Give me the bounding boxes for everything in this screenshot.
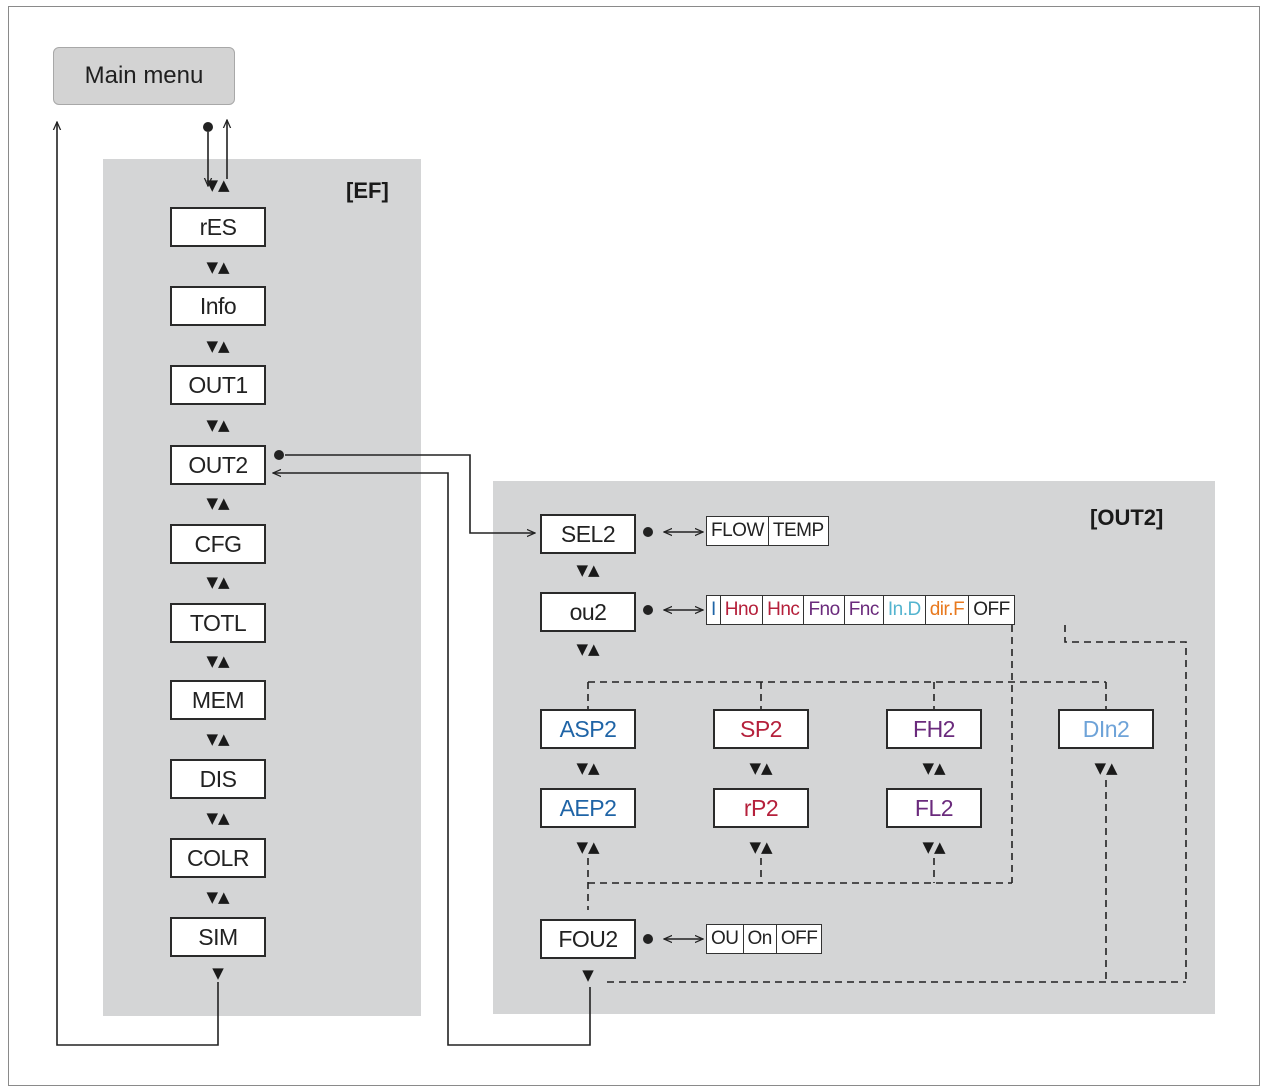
nav-arrows: ▼▲ <box>206 809 230 827</box>
nav-arrows: ▼▲ <box>749 838 773 856</box>
fou2-option[interactable]: On <box>744 925 777 953</box>
menu-item-colr[interactable]: COLR <box>170 838 266 878</box>
menu-item-totl[interactable]: TOTL <box>170 603 266 643</box>
menu-item-info[interactable]: Info <box>170 286 266 326</box>
nav-arrows: ▼▲ <box>206 416 230 434</box>
fou2-option[interactable]: OFF <box>777 925 822 953</box>
ou2-options: I Hno Hnc Fno Fnc In.D dir.F OFF <box>706 595 1015 625</box>
menu-item-sim[interactable]: SIM <box>170 917 266 957</box>
nav-arrows: ▼▲ <box>1094 759 1118 777</box>
nav-arrows: ▼▲ <box>206 258 230 276</box>
param-asp2[interactable]: ASP2 <box>540 709 636 749</box>
menu-item-mem[interactable]: MEM <box>170 680 266 720</box>
menu-item-cfg[interactable]: CFG <box>170 524 266 564</box>
fou2-options: OU On OFF <box>706 924 823 954</box>
menu-item-out2[interactable]: OUT2 <box>170 445 266 485</box>
param-sp2[interactable]: SP2 <box>713 709 809 749</box>
nav-arrows: ▼▲ <box>206 337 230 355</box>
ou2-option[interactable]: I <box>707 596 721 624</box>
nav-arrow-down: ▼ <box>582 966 594 984</box>
ef-title: [EF] <box>346 178 389 203</box>
ou2-option[interactable]: Fnc <box>845 596 884 624</box>
ou2-option[interactable]: Fno <box>804 596 845 624</box>
nav-arrows: ▼▲ <box>206 888 230 906</box>
sel2-option[interactable]: FLOW <box>707 517 769 545</box>
param-sel2[interactable]: SEL2 <box>540 514 636 554</box>
param-ou2[interactable]: ou2 <box>540 592 636 632</box>
sel2-options: FLOW TEMP <box>706 516 829 546</box>
nav-arrows: ▼▲ <box>576 838 600 856</box>
ou2-option[interactable]: OFF <box>969 596 1014 624</box>
param-fl2[interactable]: FL2 <box>886 788 982 828</box>
nav-arrows: ▼▲ <box>206 176 230 194</box>
ou2-option[interactable]: Hno <box>721 596 764 624</box>
fou2-option[interactable]: OU <box>707 925 744 953</box>
param-rp2[interactable]: rP2 <box>713 788 809 828</box>
nav-arrow-down: ▼ <box>212 964 224 982</box>
sel2-option[interactable]: TEMP <box>769 517 828 545</box>
menu-item-out1[interactable]: OUT1 <box>170 365 266 405</box>
nav-arrows: ▼▲ <box>749 759 773 777</box>
ou2-option[interactable]: dir.F <box>926 596 970 624</box>
nav-arrows: ▼▲ <box>576 759 600 777</box>
param-fh2[interactable]: FH2 <box>886 709 982 749</box>
param-din2[interactable]: DIn2 <box>1058 709 1154 749</box>
nav-arrows: ▼▲ <box>576 640 600 658</box>
nav-arrows: ▼▲ <box>206 652 230 670</box>
nav-arrows: ▼▲ <box>206 573 230 591</box>
out2-title: [OUT2] <box>1090 505 1164 530</box>
nav-arrows: ▼▲ <box>576 561 600 579</box>
nav-arrows: ▼▲ <box>922 838 946 856</box>
nav-arrows: ▼▲ <box>922 759 946 777</box>
ou2-option[interactable]: Hnc <box>763 596 805 624</box>
main-menu-button[interactable]: Main menu <box>53 47 235 105</box>
param-fou2[interactable]: FOU2 <box>540 919 636 959</box>
menu-item-res[interactable]: rES <box>170 207 266 247</box>
ou2-option[interactable]: In.D <box>884 596 926 624</box>
nav-arrows: ▼▲ <box>206 494 230 512</box>
nav-arrows: ▼▲ <box>206 730 230 748</box>
menu-item-dis[interactable]: DIS <box>170 759 266 799</box>
param-aep2[interactable]: AEP2 <box>540 788 636 828</box>
